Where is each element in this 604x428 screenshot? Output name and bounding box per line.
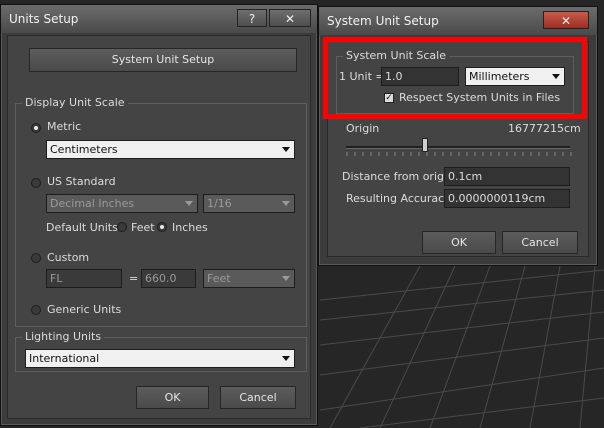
lighting-units-group: Lighting Units International: [15, 330, 307, 372]
chevron-down-icon: [282, 147, 290, 152]
resulting-accuracy-field: 0.0000000119cm: [444, 189, 570, 208]
system-unit-setup-title: System Unit Setup: [327, 14, 439, 28]
custom-value-text: 660.0: [145, 272, 177, 285]
inches-label: Inches: [172, 221, 208, 234]
custom-unit-select[interactable]: Feet: [203, 269, 295, 288]
origin-label: Origin: [346, 122, 380, 135]
units-setup-window: Units Setup ? ✕ System Unit Setup Displa…: [0, 4, 318, 426]
system-ok-button[interactable]: OK: [422, 231, 496, 254]
help-button[interactable]: ?: [237, 9, 267, 27]
metric-units-select[interactable]: Centimeters: [46, 140, 295, 159]
custom-radio[interactable]: [31, 253, 41, 263]
us-standard-select[interactable]: Decimal Inches: [46, 194, 198, 213]
custom-name-field[interactable]: FL: [46, 269, 122, 288]
us-standard-radio[interactable]: [31, 178, 41, 188]
system-unit-setup-close-button[interactable]: ✕: [543, 11, 589, 29]
custom-unit-value: Feet: [207, 272, 231, 285]
feet-radio[interactable]: [117, 222, 127, 232]
units-setup-title: Units Setup: [9, 12, 79, 26]
distance-from-origin-field[interactable]: 0.1cm: [444, 167, 570, 186]
close-icon: ✕: [560, 14, 572, 28]
help-icon: ?: [248, 12, 256, 26]
display-unit-scale-label: Display Unit Scale: [22, 96, 128, 109]
origin-value: 16777215cm: [508, 122, 581, 135]
system-cancel-button[interactable]: Cancel: [502, 231, 578, 254]
units-setup-titlebar[interactable]: Units Setup ? ✕: [1, 5, 317, 33]
default-units-label: Default Units:: [46, 221, 122, 234]
system-unit-setup-titlebar[interactable]: System Unit Setup ✕: [319, 7, 597, 35]
inches-radio[interactable]: [157, 222, 167, 232]
chevron-down-icon: [282, 356, 290, 361]
origin-slider-ticks: [346, 152, 572, 156]
equals-label: =: [129, 272, 139, 285]
lighting-units-select[interactable]: International: [25, 349, 295, 368]
units-setup-client: System Unit Setup Display Unit Scale Met…: [7, 35, 311, 419]
resulting-accuracy-label: Resulting Accuracy:: [346, 192, 454, 205]
us-standard-label: US Standard: [47, 175, 116, 188]
metric-units-value: Centimeters: [50, 143, 118, 156]
custom-value-field[interactable]: 660.0: [141, 269, 196, 288]
system-unit-setup-button[interactable]: System Unit Setup: [29, 48, 297, 72]
resulting-accuracy-value: 0.0000000119cm: [448, 192, 546, 205]
chevron-down-icon: [282, 201, 290, 206]
generic-units-label: Generic Units: [47, 303, 122, 316]
custom-label: Custom: [47, 251, 90, 264]
distance-from-origin-value: 0.1cm: [448, 170, 483, 183]
feet-label: Feet: [131, 221, 155, 234]
us-standard-value: Decimal Inches: [50, 197, 135, 210]
metric-radio[interactable]: [31, 123, 41, 133]
distance-from-origin-label: Distance from origin:: [342, 170, 458, 183]
system-unit-setup-window: System Unit Setup ✕ System Unit Scale 1 …: [318, 6, 598, 266]
origin-slider-track[interactable]: [346, 146, 570, 149]
generic-units-radio[interactable]: [31, 305, 41, 315]
ok-button[interactable]: OK: [136, 386, 209, 409]
lighting-units-value: International: [29, 352, 100, 365]
display-unit-scale-group: Display Unit Scale Metric Centimeters US…: [15, 96, 307, 327]
close-icon: ✕: [284, 12, 296, 26]
units-setup-close-button[interactable]: ✕: [269, 9, 311, 27]
metric-label: Metric: [47, 120, 82, 133]
chevron-down-icon: [185, 201, 193, 206]
lighting-units-label: Lighting Units: [22, 330, 105, 343]
us-fraction-value: 1/16: [207, 197, 232, 210]
chevron-down-icon: [282, 276, 290, 281]
custom-name-value: FL: [50, 272, 63, 285]
red-highlight-box: [323, 37, 587, 119]
origin-slider-thumb[interactable]: [422, 138, 428, 152]
cancel-button[interactable]: Cancel: [220, 386, 296, 409]
us-fraction-select[interactable]: 1/16: [203, 194, 295, 213]
